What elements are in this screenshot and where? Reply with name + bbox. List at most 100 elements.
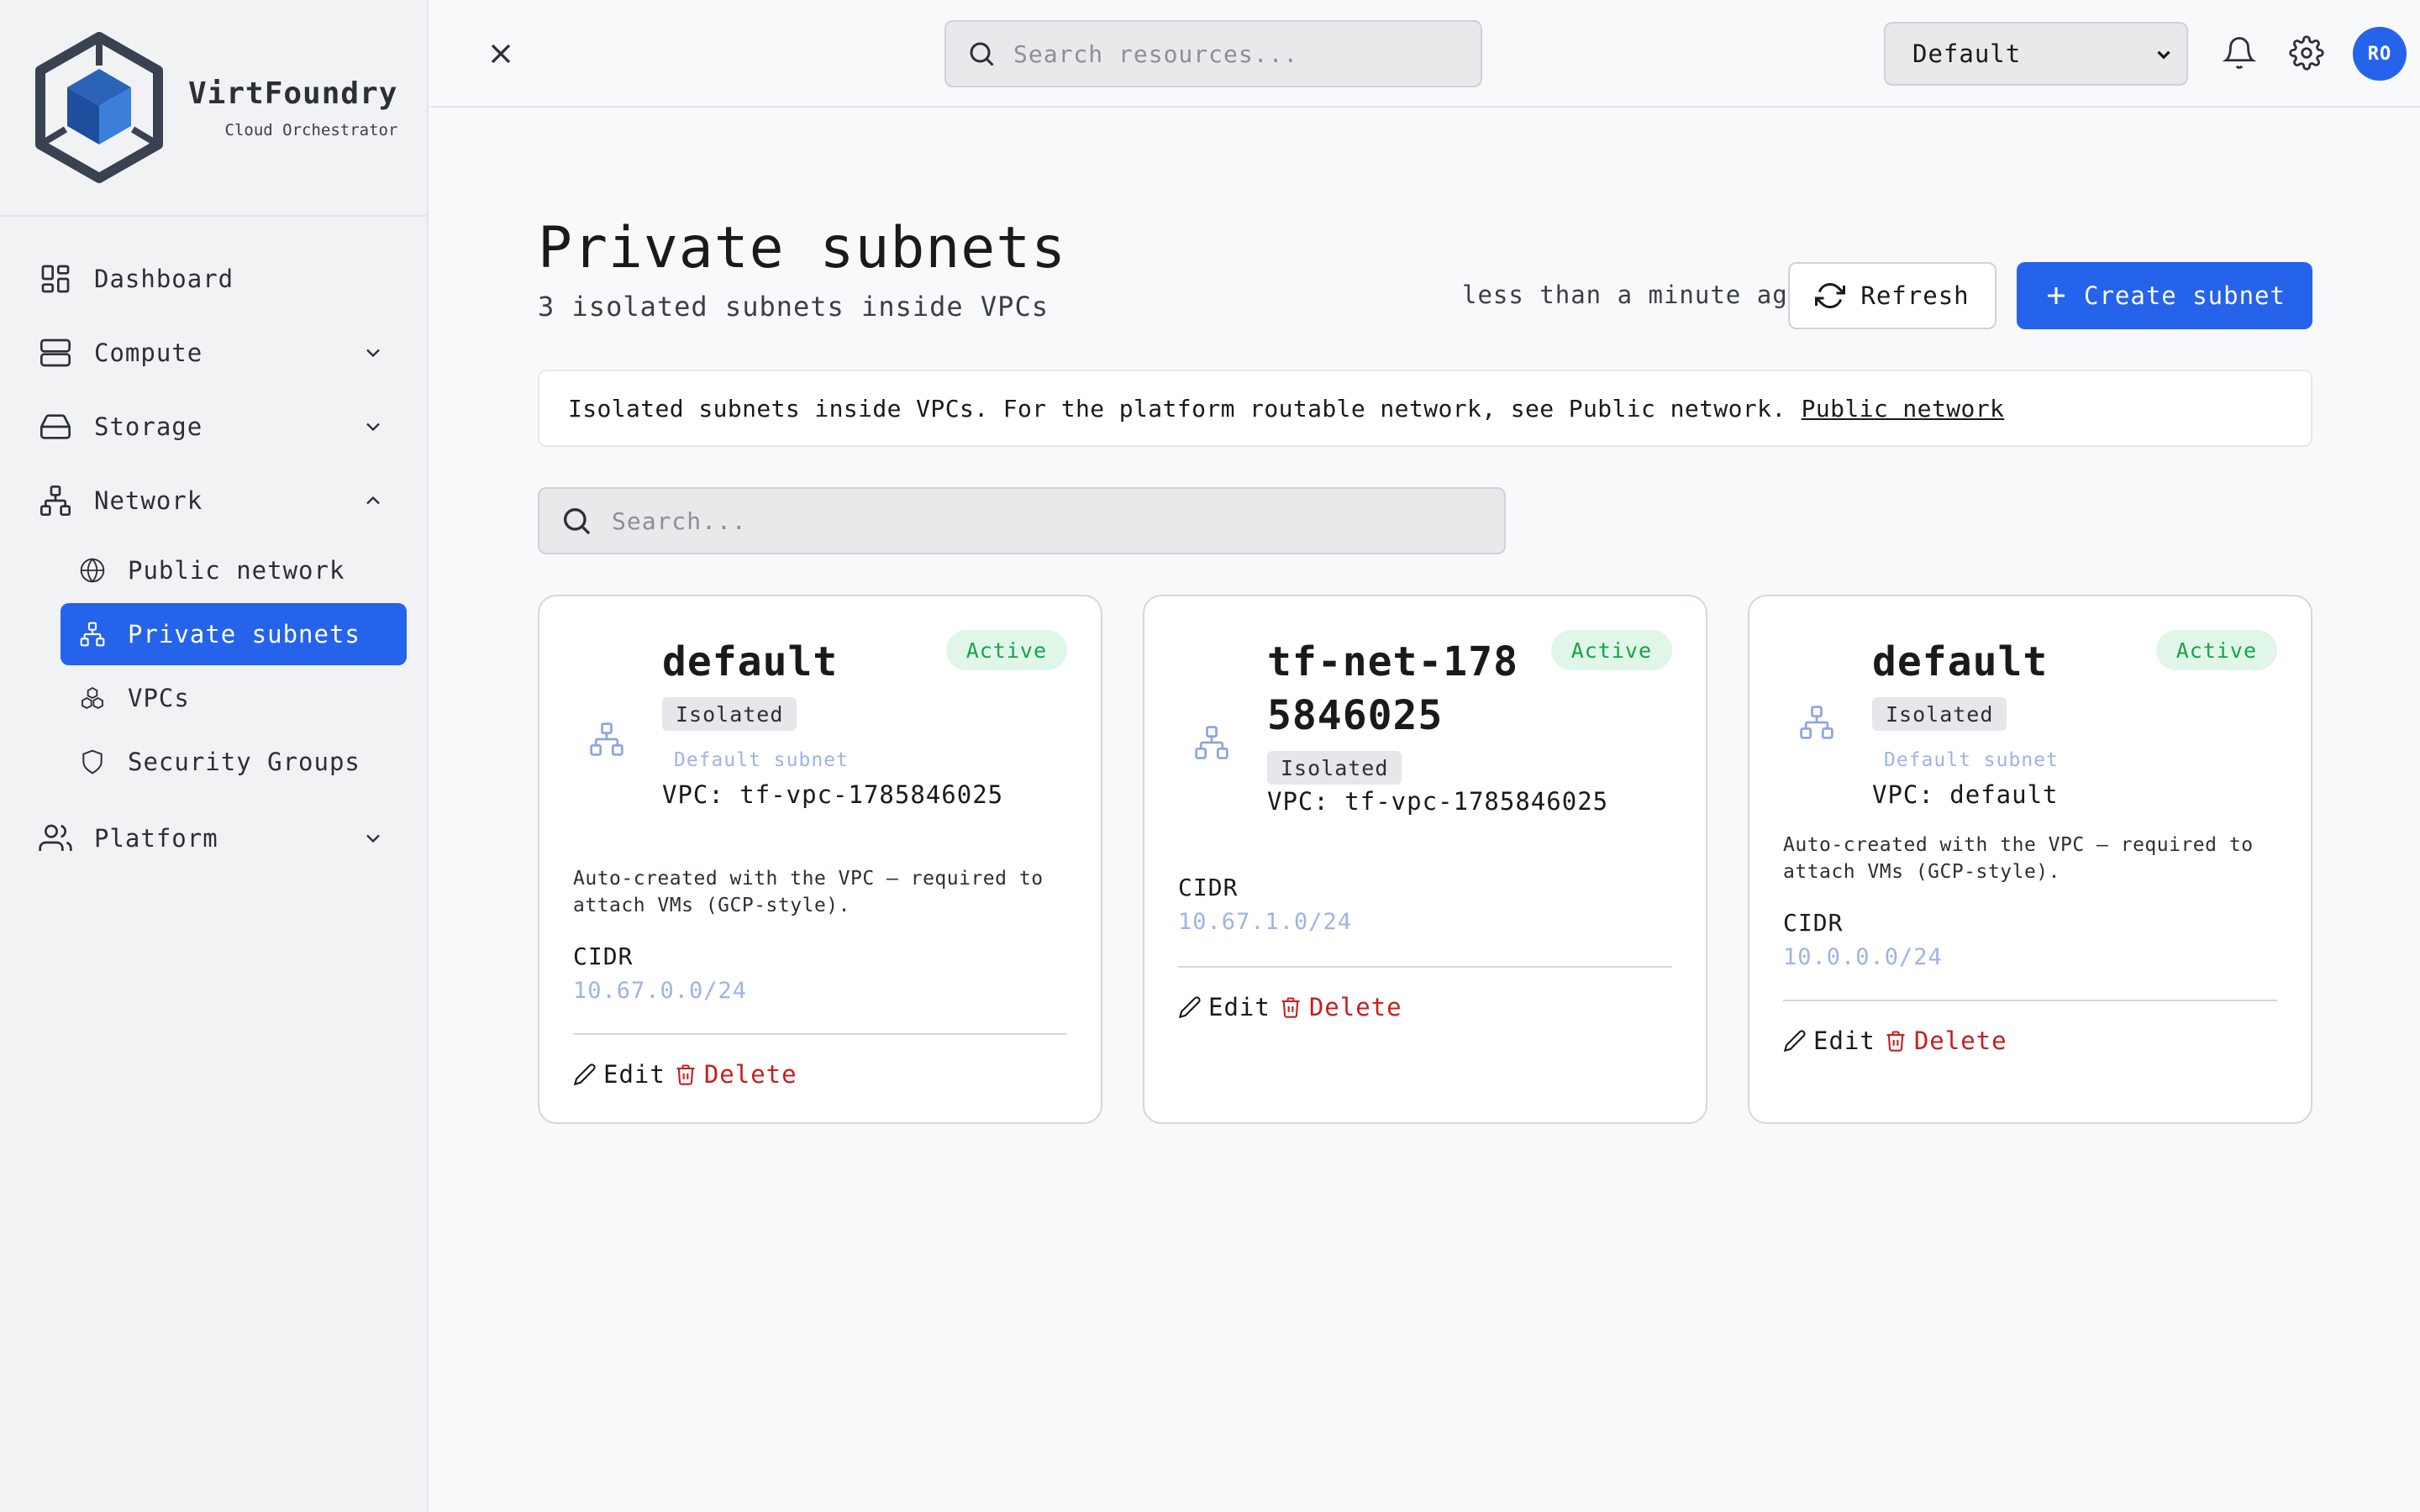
gear-icon[interactable]: [2289, 35, 2324, 71]
sidebar-item-dashboard[interactable]: Dashboard: [0, 242, 427, 316]
create-subnet-button[interactable]: Create subnet: [2017, 262, 2312, 329]
sidebar: VirtFoundry Cloud Orchestrator Dashboard…: [0, 0, 429, 1512]
sidebar-item-label: Compute: [94, 339, 203, 367]
last-updated: less than a minute ago: [1462, 281, 1804, 309]
subnet-card[interactable]: default Active Isolated Default subnet V…: [1748, 595, 2312, 1124]
subnet-vpc: VPC: tf-vpc-1785846025: [662, 780, 1004, 809]
sidebar-item-storage[interactable]: Storage: [0, 390, 427, 464]
sidebar-item-compute[interactable]: Compute: [0, 316, 427, 390]
delete-label: Delete: [1308, 993, 1402, 1021]
topbar: Default RO: [430, 0, 2420, 108]
info-banner: Isolated subnets inside VPCs. For the pl…: [538, 370, 2312, 447]
network-icon: [80, 622, 105, 647]
edit-label: Edit: [1813, 1026, 1876, 1055]
public-network-link[interactable]: Public network: [1802, 395, 2005, 423]
sidebar-item-security-groups[interactable]: Security Groups: [60, 731, 407, 793]
network-icon: [1195, 726, 1228, 759]
chevron-down-icon: [366, 423, 380, 432]
avatar[interactable]: RO: [2353, 27, 2407, 81]
server-icon: [40, 339, 71, 367]
trash-icon: [1281, 997, 1300, 1018]
refresh-label: Refresh: [1860, 281, 1970, 310]
sidebar-item-label: Security Groups: [128, 748, 360, 776]
card-divider: [1178, 966, 1672, 968]
subnet-card[interactable]: default Active Isolated Default subnet V…: [538, 595, 1102, 1124]
cidr-value: 10.67.0.0/24: [573, 978, 748, 1004]
status-badge: Active: [2155, 630, 2277, 670]
chevron-down-icon: [366, 834, 380, 843]
workspace-select-value: Default: [1912, 39, 2022, 68]
create-subnet-label: Create subnet: [2084, 281, 2286, 310]
chevron-up-icon: [366, 496, 380, 505]
delete-button[interactable]: Delete: [674, 1060, 797, 1089]
sidebar-item-label: Private subnets: [128, 620, 360, 648]
subnet-description: Auto-created with the VPC — required to …: [1783, 834, 2254, 883]
network-icon: [1800, 706, 1833, 739]
isolated-badge: Isolated: [1267, 751, 1402, 785]
delete-button[interactable]: Delete: [1884, 1026, 2007, 1055]
users-icon: [39, 824, 72, 851]
subnet-name: tf-net-1785846025: [1267, 638, 1518, 739]
chevron-down-icon: [2157, 50, 2170, 60]
card-actions: Edit Delete: [573, 1060, 797, 1089]
global-search[interactable]: [944, 20, 1482, 87]
subnet-name: default: [1872, 638, 2049, 685]
network-icon: [40, 486, 71, 516]
refresh-icon: [1815, 283, 1846, 308]
cidr-value: 10.0.0.0/24: [1783, 944, 1943, 970]
bell-icon[interactable]: [2222, 35, 2257, 71]
shield-icon: [82, 749, 103, 774]
dashboard-icon: [41, 265, 70, 293]
subnet-vpc: VPC: tf-vpc-1785846025: [1267, 787, 1609, 816]
delete-label: Delete: [703, 1060, 797, 1089]
sidebar-item-label: VPCs: [128, 684, 190, 712]
edit-label: Edit: [603, 1060, 666, 1089]
trash-icon: [676, 1064, 695, 1085]
search-icon: [970, 42, 994, 66]
edit-button[interactable]: Edit: [573, 1060, 666, 1089]
sidebar-item-private-subnets[interactable]: Private subnets: [60, 603, 407, 665]
card-actions: Edit Delete: [1783, 1026, 2007, 1055]
isolated-badge: Isolated: [662, 697, 797, 731]
sidebar-item-vpcs[interactable]: VPCs: [60, 667, 407, 729]
subnet-name: default: [662, 638, 839, 685]
edit-button[interactable]: Edit: [1783, 1026, 1876, 1055]
cidr-label: CIDR: [1178, 874, 1239, 901]
boxes-icon: [82, 686, 103, 710]
sidebar-item-platform[interactable]: Platform: [0, 801, 427, 875]
delete-button[interactable]: Delete: [1279, 993, 1402, 1021]
search-icon: [564, 508, 591, 535]
info-banner-text: Isolated subnets inside VPCs. For the pl…: [568, 394, 1786, 423]
page-subtitle: 3 isolated subnets inside VPCs: [538, 291, 1049, 323]
subnet-search[interactable]: [538, 487, 1506, 554]
delete-label: Delete: [1913, 1026, 2007, 1055]
network-icon: [590, 722, 623, 756]
hard-drive-icon: [40, 414, 71, 439]
sidebar-item-label: Storage: [94, 412, 203, 441]
cidr-label: CIDR: [1783, 909, 1844, 937]
brand-name: VirtFoundry: [188, 76, 398, 111]
sidebar-item-label: Network: [94, 486, 203, 515]
sidebar-item-public-network[interactable]: Public network: [60, 539, 407, 601]
subnet-search-input[interactable]: [612, 507, 1486, 535]
pencil-icon: [573, 1063, 596, 1086]
pencil-icon: [1178, 996, 1201, 1019]
plus-icon: [2048, 287, 2065, 304]
brand[interactable]: VirtFoundry Cloud Orchestrator: [0, 0, 427, 217]
subnet-description: Auto-created with the VPC — required to …: [573, 868, 1044, 916]
workspace-select[interactable]: Default: [1884, 22, 2188, 86]
subnet-card[interactable]: tf-net-1785846025 Active Isolated VPC: t…: [1143, 595, 1707, 1124]
sidebar-item-label: Platform: [94, 824, 218, 853]
subnet-vpc: VPC: default: [1872, 780, 2059, 809]
edit-button[interactable]: Edit: [1178, 993, 1270, 1021]
close-icon[interactable]: [484, 37, 518, 71]
refresh-button[interactable]: Refresh: [1788, 262, 1996, 329]
card-divider: [573, 1033, 1067, 1035]
trash-icon: [1886, 1031, 1905, 1052]
global-search-input[interactable]: [1013, 39, 1467, 68]
status-badge: Active: [1550, 630, 1672, 670]
sidebar-item-label: Dashboard: [94, 265, 234, 293]
globe-icon: [80, 558, 105, 583]
sidebar-item-network[interactable]: Network: [0, 464, 427, 538]
sidebar-nav: Dashboard Compute Storage Network Public…: [0, 217, 427, 875]
